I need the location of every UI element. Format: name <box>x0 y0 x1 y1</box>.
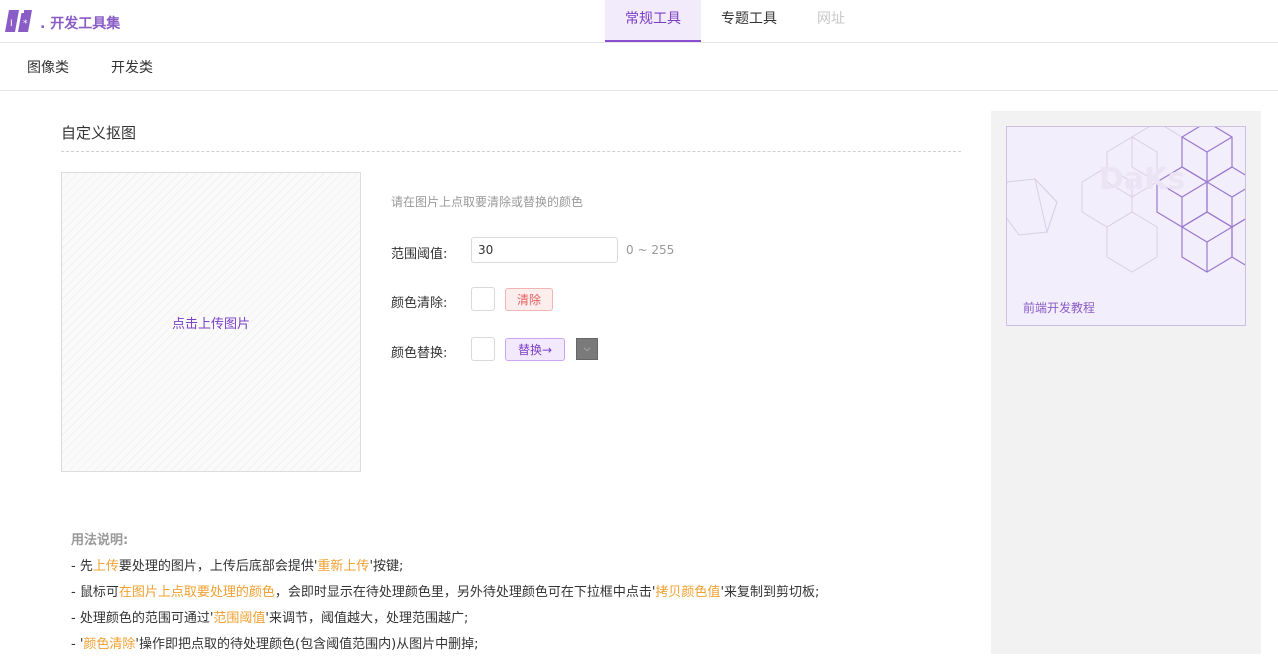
usage-text: ，会即时显示在待处理颜色里，另外待处理颜色可在下拉框中点击' <box>274 585 656 600</box>
usage-text: - ' <box>71 637 84 652</box>
replace-color-picker[interactable]: ⌵ <box>576 338 598 360</box>
top-header: I * . 开发工具集 常规工具 专题工具 网址 <box>0 0 1278 43</box>
svg-text:I: I <box>10 19 13 29</box>
usage-highlight: 上传 <box>92 559 119 574</box>
usage-highlight: 重新上传 <box>317 559 370 574</box>
usage-highlight: 范围阈值 <box>213 611 266 626</box>
nav-tab-topic-tools[interactable]: 专题工具 <box>701 0 797 42</box>
replace-button[interactable]: 替换→ <box>505 338 565 361</box>
usage-text: '按键; <box>369 559 404 574</box>
ad-banner[interactable]: DaKs 前端开发教程 <box>1006 126 1246 326</box>
usage-text: - 处理颜色的范围可通过' <box>71 611 214 626</box>
title-divider <box>61 151 961 152</box>
page-title: 自定义抠图 <box>61 124 137 142</box>
chevron-down-icon: ⌵ <box>583 344 591 354</box>
logo-icon: I * <box>5 8 37 34</box>
subnav-item-dev[interactable]: 开发类 <box>111 57 153 77</box>
nav-tab-regular-tools[interactable]: 常规工具 <box>605 0 701 42</box>
svg-text:DaKs: DaKs <box>1099 162 1185 197</box>
usage-text: '来调节，阈值越大，处理范围越广; <box>265 611 469 626</box>
clear-button[interactable]: 清除 <box>505 288 553 311</box>
usage-highlight: 拷贝颜色值 <box>655 585 721 600</box>
usage-highlight: 颜色清除 <box>83 637 136 652</box>
pick-color-hint: 请在图片上点取要清除或替换的颜色 <box>391 195 584 209</box>
subnav-item-image[interactable]: 图像类 <box>27 57 69 77</box>
usage-text: - 先 <box>71 559 93 574</box>
usage-text: 要处理的图片，上传后底部会提供' <box>118 559 318 574</box>
usage-line: - '颜色清除'操作即把点取的待处理颜色(包含阈值范围内)从图片中删掉; <box>71 632 819 658</box>
usage-highlight: 在图片上点取要处理的颜色 <box>118 585 275 600</box>
ad-caption: 前端开发教程 <box>1023 301 1096 315</box>
site-logo[interactable]: I * . 开发工具集 <box>5 6 120 34</box>
replace-color-swatch[interactable] <box>471 337 495 361</box>
color-replace-label: 颜色替换: <box>391 346 448 361</box>
image-upload-area[interactable]: 点击上传图片 <box>61 172 361 472</box>
svg-text:*: * <box>23 19 28 29</box>
nav-tab-urls[interactable]: 网址 <box>797 0 865 42</box>
range-threshold-hint: 0 ~ 255 <box>626 243 675 257</box>
usage-line: - 鼠标可在图片上点取要处理的颜色，会即时显示在待处理颜色里，另外待处理颜色可在… <box>71 580 819 606</box>
usage-section: 用法说明: - 先上传要处理的图片，上传后底部会提供'重新上传'按键; - 鼠标可… <box>71 528 819 658</box>
upload-prompt: 点击上传图片 <box>171 316 250 332</box>
cube-pattern-graphic: DaKs <box>1007 127 1245 273</box>
range-threshold-label: 范围阈值: <box>391 247 448 262</box>
range-threshold-input[interactable] <box>471 237 618 263</box>
logo-text: . 开发工具集 <box>40 16 121 32</box>
sub-nav: 图像类 开发类 <box>0 43 1278 91</box>
usage-line: - 先上传要处理的图片，上传后底部会提供'重新上传'按键; <box>71 554 819 580</box>
clear-color-swatch[interactable] <box>471 287 495 311</box>
usage-text: - 鼠标可 <box>71 585 119 600</box>
main-nav: 常规工具 专题工具 网址 <box>605 0 865 43</box>
usage-text: '操作即把点取的待处理颜色(包含阈值范围内)从图片中删掉; <box>135 637 479 652</box>
usage-title: 用法说明: <box>71 533 129 548</box>
usage-text: '来复制到剪切板; <box>720 585 820 600</box>
color-clear-label: 颜色清除: <box>391 296 448 311</box>
sidebar: DaKs 前端开发教程 <box>991 111 1261 654</box>
usage-line: - 处理颜色的范围可通过'范围阈值'来调节，阈值越大，处理范围越广; <box>71 606 819 632</box>
usage-lines: - 先上传要处理的图片，上传后底部会提供'重新上传'按键; - 鼠标可在图片上点取… <box>71 554 819 658</box>
